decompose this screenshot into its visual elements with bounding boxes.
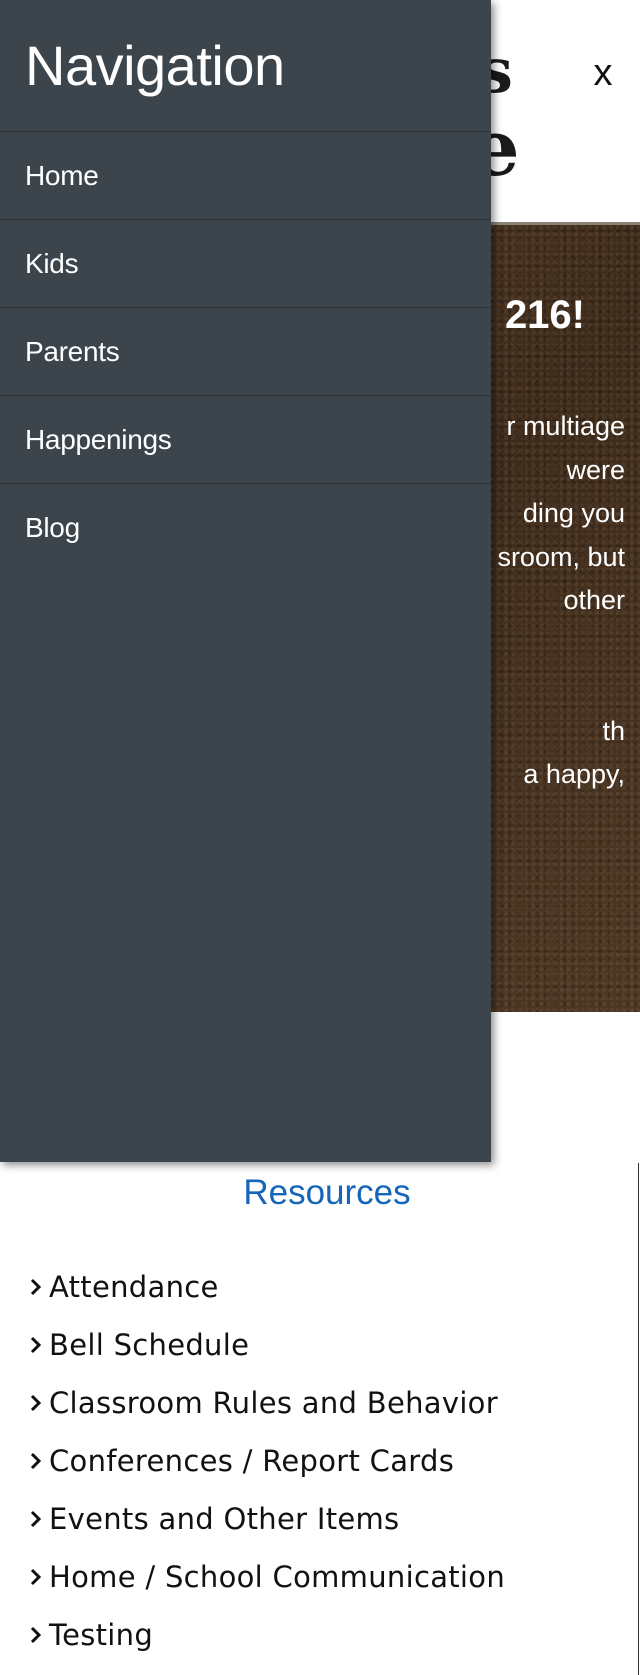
resources-link[interactable]: Home / School Communication [49, 1560, 505, 1594]
resources-item-bell-schedule[interactable]: Bell Schedule [26, 1316, 505, 1374]
nav-item-label[interactable]: Happenings [25, 424, 172, 456]
nav-item-label[interactable]: Home [25, 160, 99, 192]
chevron-right-icon [30, 1394, 42, 1412]
nav-item-label[interactable]: Blog [25, 512, 80, 544]
chevron-right-icon [30, 1452, 42, 1470]
resources-section: Resources Attendance Bell Schedule Class… [0, 1163, 640, 1675]
resources-link[interactable]: Classroom Rules and Behavior [49, 1386, 498, 1420]
nav-item-label[interactable]: Parents [25, 336, 120, 368]
resources-item-testing[interactable]: Testing [26, 1606, 505, 1664]
resources-title: Resources [243, 1173, 411, 1212]
nav-item-kids[interactable]: Kids [0, 219, 491, 307]
chevron-right-icon [30, 1510, 42, 1528]
page: s e x 216! r multiage were ding you sroo… [0, 0, 640, 1675]
chevron-right-icon [30, 1336, 42, 1354]
resources-link[interactable]: Testing [49, 1618, 153, 1652]
navigation-drawer: Navigation Home Kids Parents Happenings … [0, 0, 491, 1162]
nav-item-blog[interactable]: Blog [0, 483, 491, 571]
nav-item-label[interactable]: Kids [25, 248, 79, 280]
chevron-right-icon [30, 1278, 42, 1296]
nav-item-home[interactable]: Home [0, 131, 491, 219]
resources-item-conferences[interactable]: Conferences / Report Cards [26, 1432, 505, 1490]
nav-list: Home Kids Parents Happenings Blog [0, 131, 491, 571]
resources-link[interactable]: Events and Other Items [49, 1502, 399, 1536]
resources-item-classroom-rules[interactable]: Classroom Rules and Behavior [26, 1374, 505, 1432]
nav-item-happenings[interactable]: Happenings [0, 395, 491, 483]
chevron-right-icon [30, 1626, 42, 1644]
resources-link[interactable]: Bell Schedule [49, 1328, 249, 1362]
resources-list: Attendance Bell Schedule Classroom Rules… [26, 1258, 505, 1664]
resources-item-attendance[interactable]: Attendance [26, 1258, 505, 1316]
nav-title: Navigation [25, 34, 285, 97]
resources-link[interactable]: Conferences / Report Cards [49, 1444, 454, 1478]
resources-link[interactable]: Attendance [49, 1270, 219, 1304]
chevron-right-icon [30, 1568, 42, 1586]
resources-item-events[interactable]: Events and Other Items [26, 1490, 505, 1548]
resources-item-home-school[interactable]: Home / School Communication [26, 1548, 505, 1606]
nav-item-parents[interactable]: Parents [0, 307, 491, 395]
close-icon[interactable]: x [586, 50, 620, 96]
